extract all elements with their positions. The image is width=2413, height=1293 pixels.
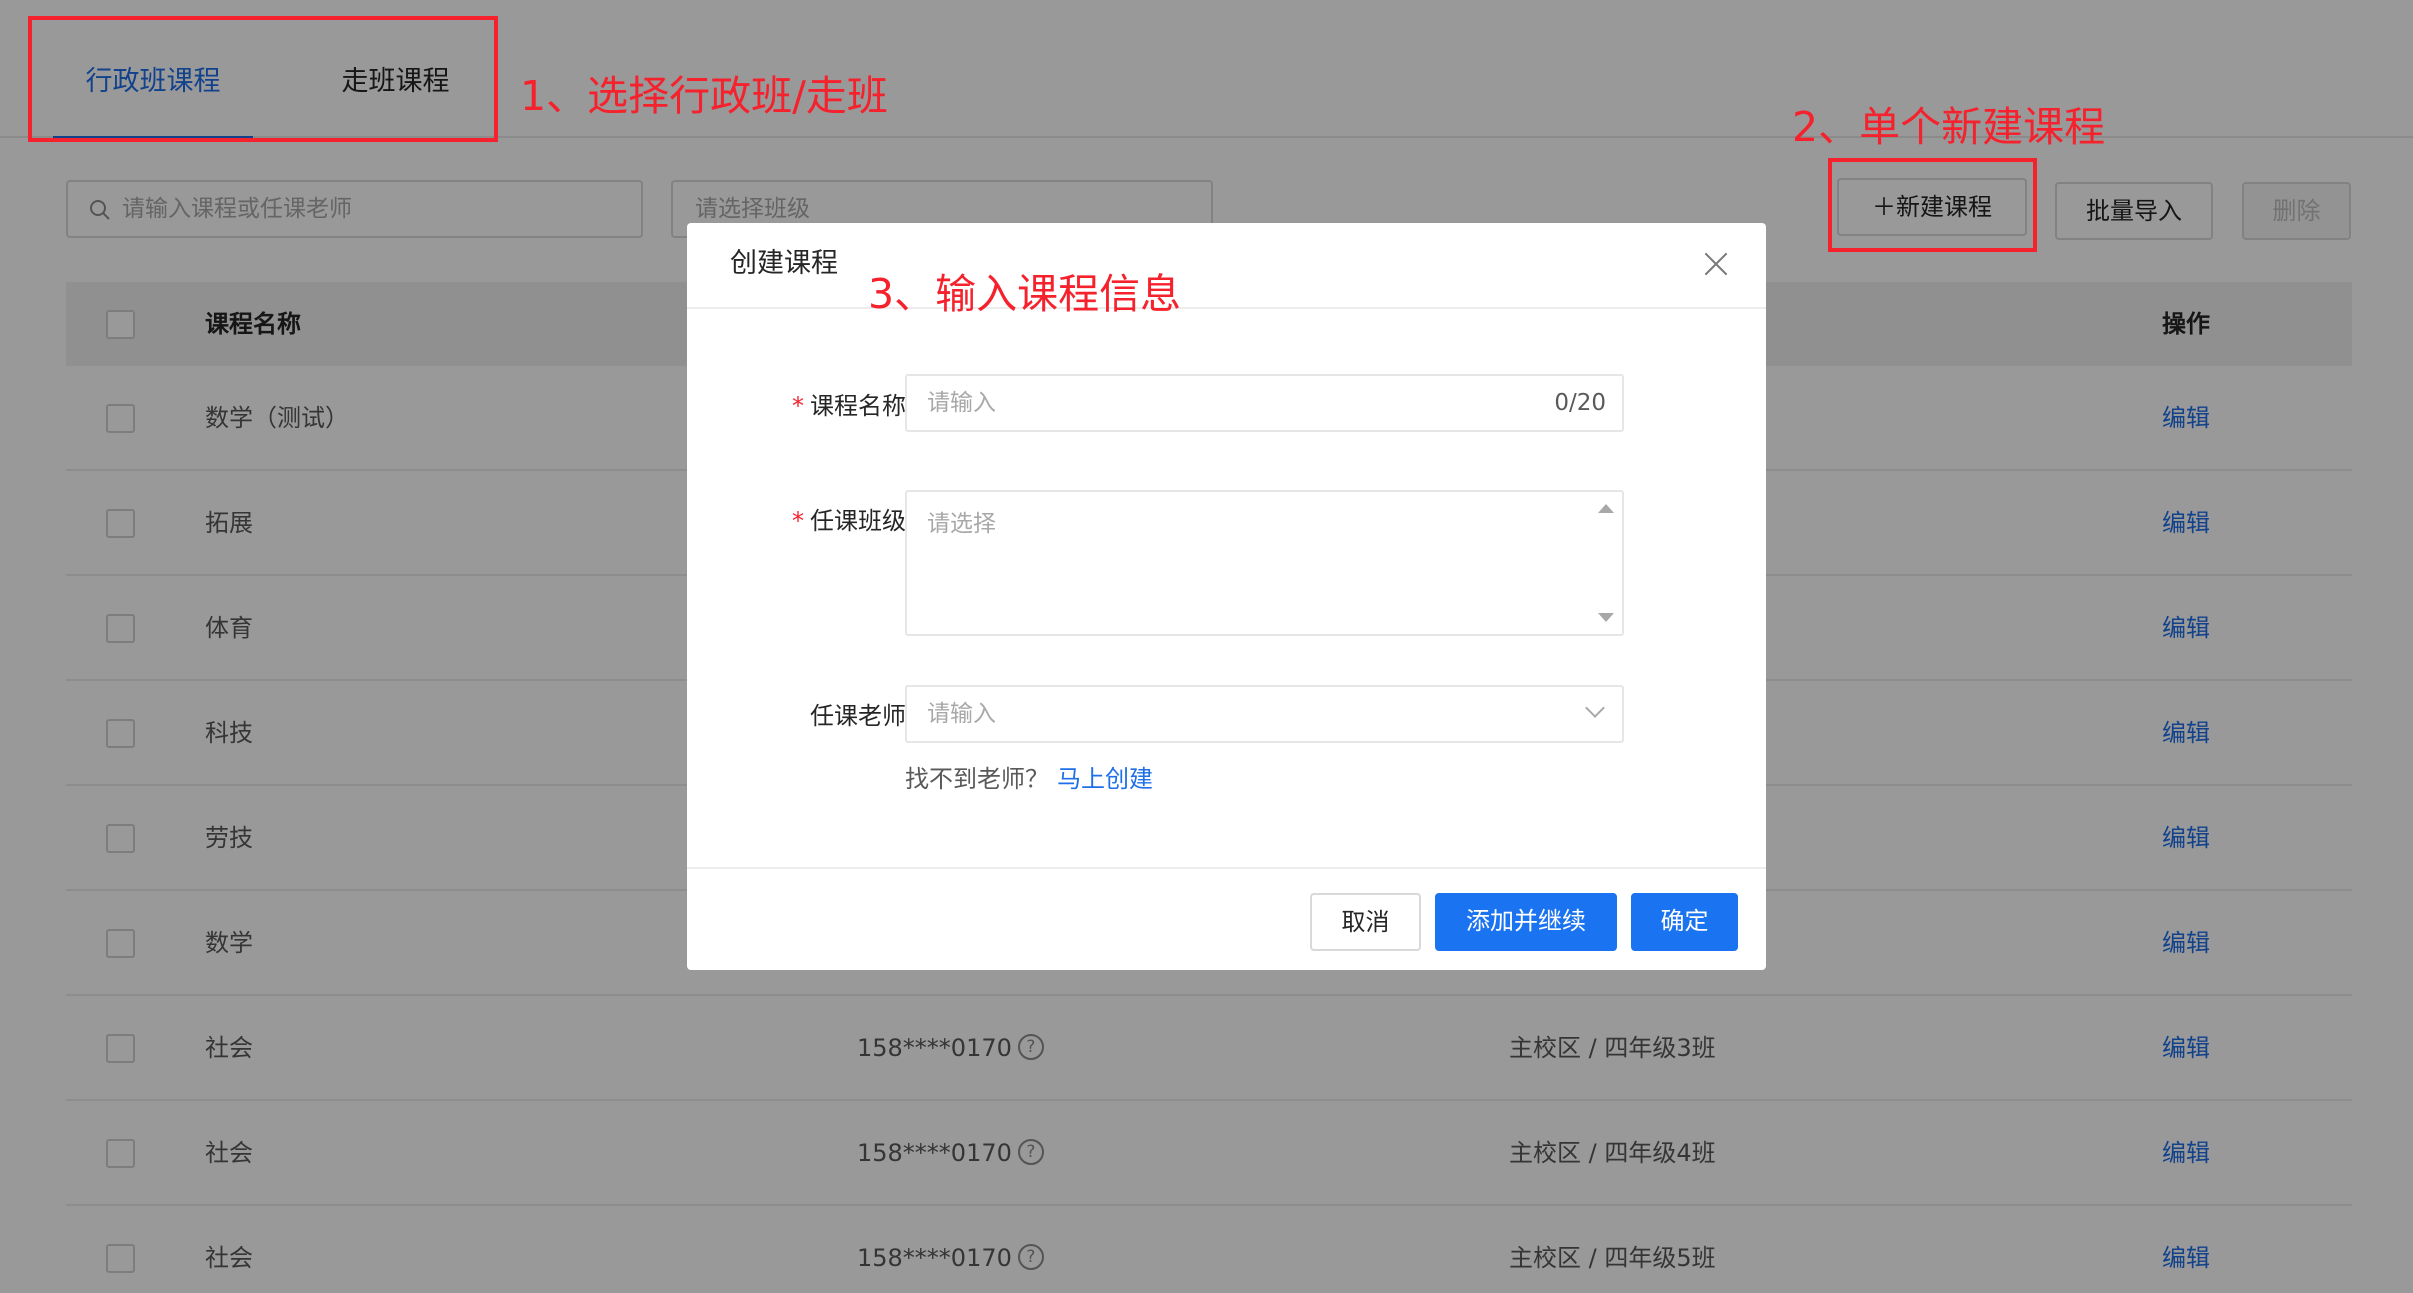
teacher-label: 任课老师： bbox=[810, 702, 930, 730]
teacher-input[interactable] bbox=[927, 687, 1547, 741]
annotation-box-tabs bbox=[28, 16, 498, 142]
dialog-footer-divider bbox=[687, 867, 1766, 869]
teacher-hint: 找不到老师？ 马上创建 bbox=[905, 759, 1153, 794]
dialog-title: 创建课程 bbox=[730, 248, 838, 279]
close-icon[interactable] bbox=[1701, 249, 1731, 279]
scroll-down-icon[interactable] bbox=[1598, 613, 1614, 622]
char-counter: 0/20 bbox=[1554, 390, 1606, 416]
course-name-field: 0/20 bbox=[905, 374, 1624, 432]
teacher-select[interactable] bbox=[905, 685, 1624, 743]
required-mark: * bbox=[792, 392, 804, 420]
teacher-hint-text: 找不到老师？ bbox=[905, 765, 1049, 793]
dialog-header: 创建课程 bbox=[687, 223, 1766, 309]
teaching-class-select[interactable]: 请选择 bbox=[905, 490, 1624, 636]
scroll-up-icon[interactable] bbox=[1598, 504, 1614, 513]
course-name-label: * 课程名称： bbox=[710, 386, 930, 421]
annotation-step2: 2、单个新建课程 bbox=[1792, 103, 2106, 151]
chevron-down-icon[interactable] bbox=[1585, 698, 1605, 718]
teaching-class-placeholder: 请选择 bbox=[927, 511, 996, 537]
annotation-step1: 1、选择行政班/走班 bbox=[520, 72, 888, 120]
confirm-button[interactable]: 确定 bbox=[1631, 893, 1738, 951]
annotation-step3: 3、输入课程信息 bbox=[868, 270, 1182, 318]
teaching-class-label: * 任课班级： bbox=[710, 501, 930, 536]
cancel-button[interactable]: 取消 bbox=[1310, 893, 1421, 951]
annotation-box-new-course bbox=[1828, 158, 2037, 252]
create-teacher-link[interactable]: 马上创建 bbox=[1057, 765, 1153, 793]
course-name-input[interactable] bbox=[927, 376, 1507, 430]
create-course-dialog: 创建课程 *课程名称： 0/20 *任课班级： 请选择 任课老师： 找不到老师？… bbox=[687, 223, 1766, 970]
required-mark: * bbox=[792, 507, 804, 535]
add-and-continue-button[interactable]: 添加并继续 bbox=[1435, 893, 1617, 951]
